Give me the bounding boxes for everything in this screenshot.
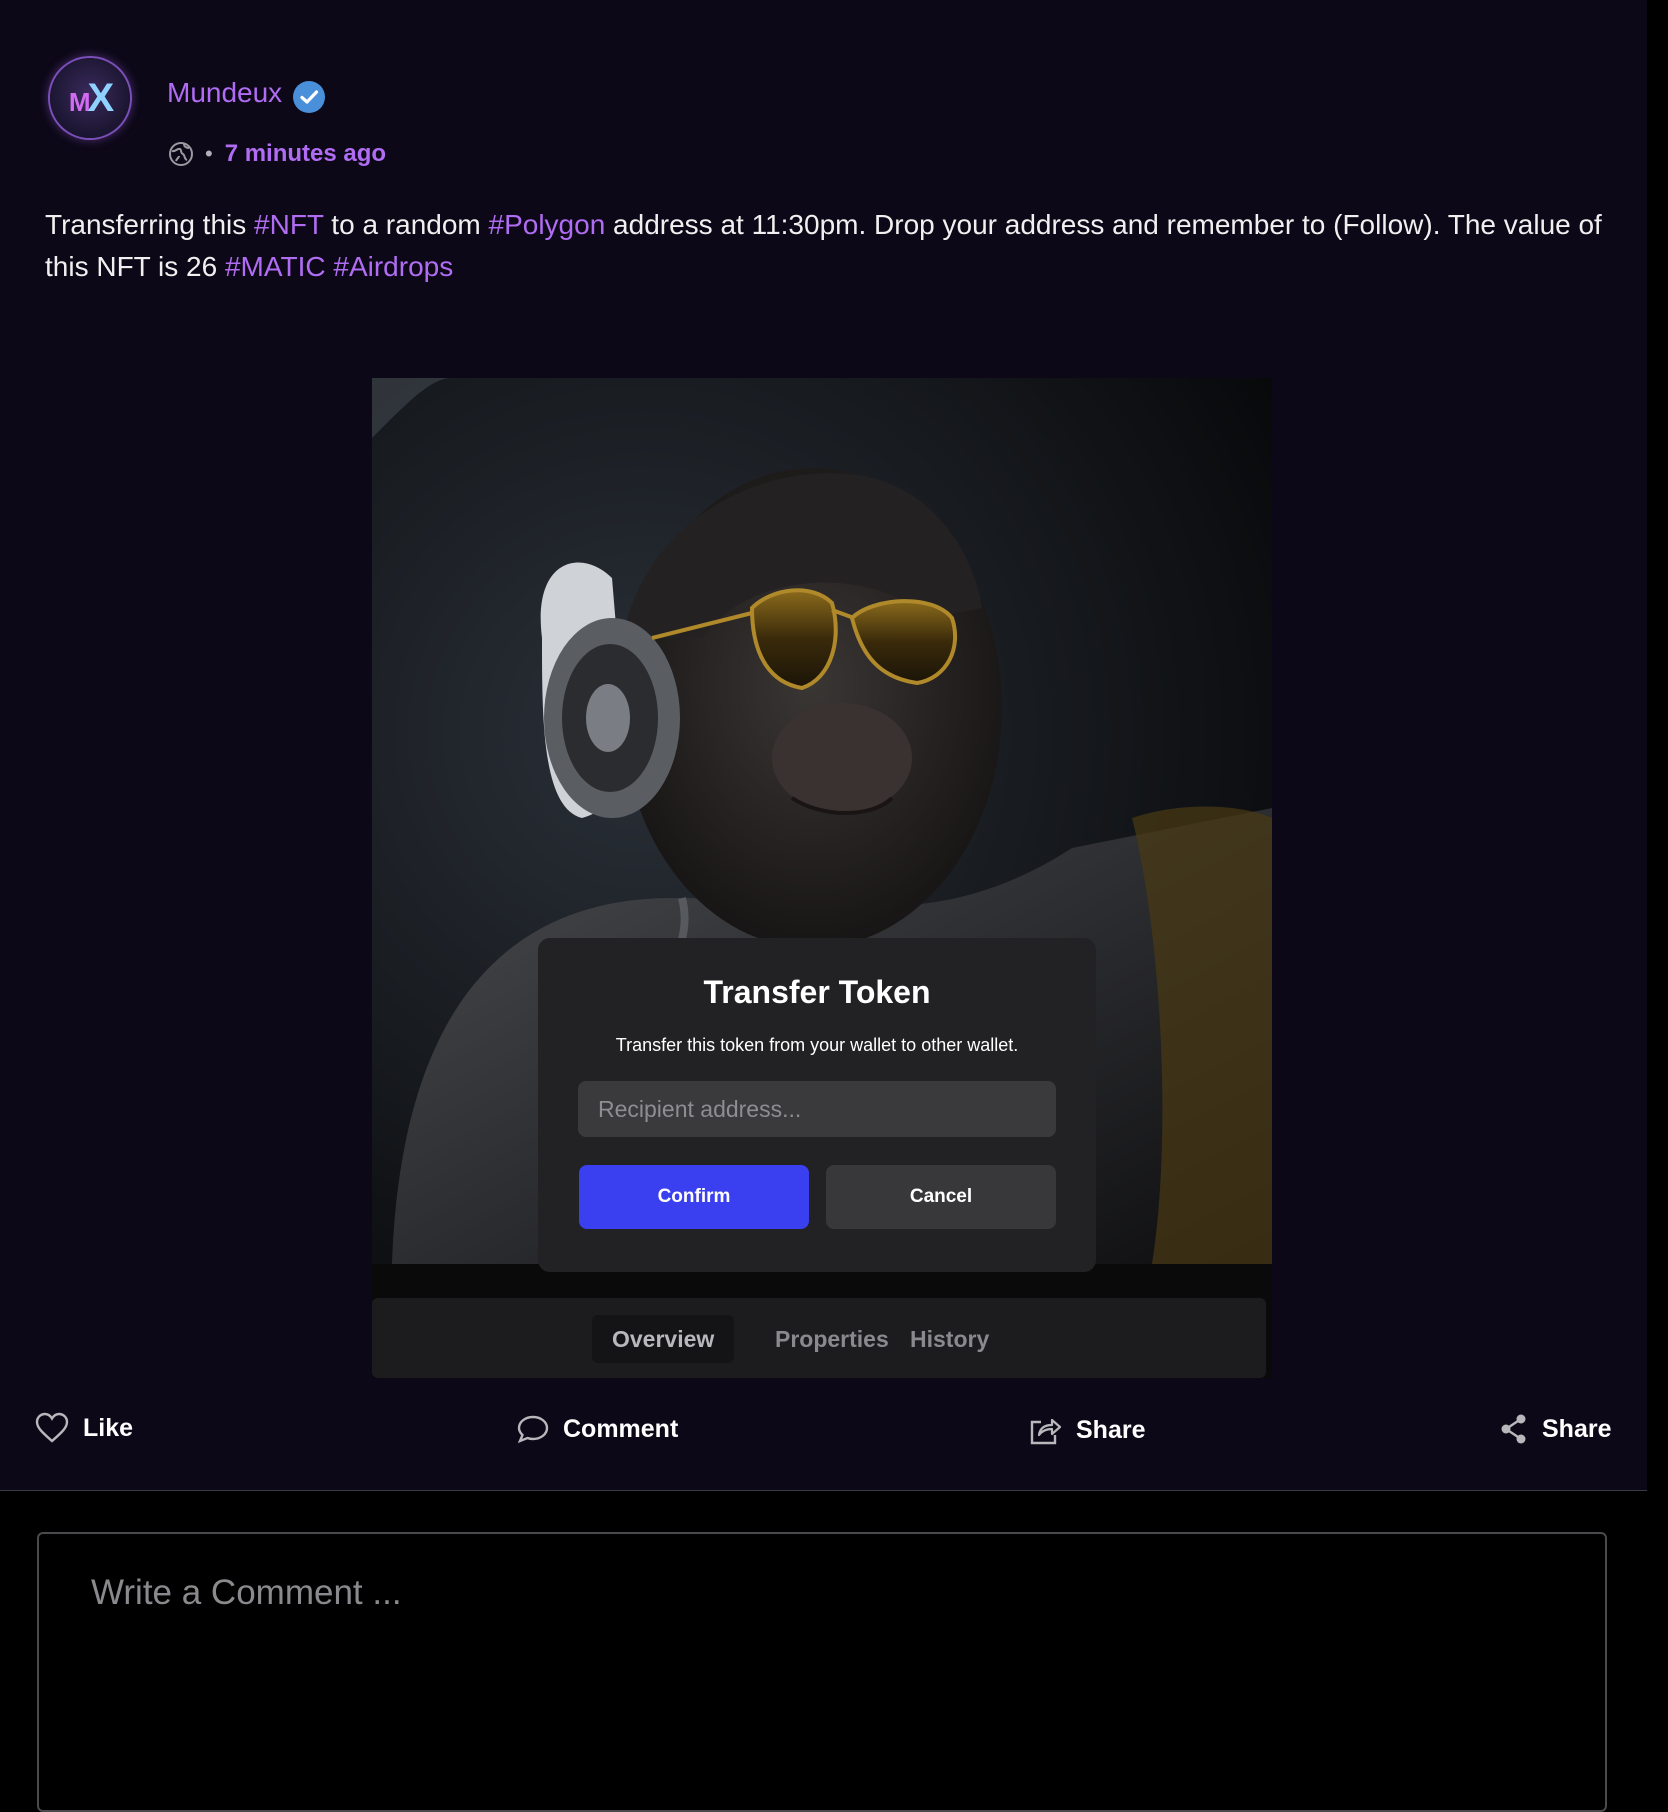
avatar[interactable]: MX [50, 58, 130, 138]
post-text-segment: Transferring this [45, 209, 255, 240]
hashtag-link[interactable]: #Airdrops [333, 251, 453, 282]
like-label: Like [83, 1413, 134, 1442]
heart-icon [35, 1412, 69, 1443]
comment-input[interactable] [89, 1562, 1563, 1624]
avatar-letter-x: X [87, 75, 114, 120]
globe-icon [169, 142, 193, 166]
comment-box [37, 1532, 1607, 1812]
hashtag-link[interactable]: #NFT [254, 209, 324, 240]
hashtag-link[interactable]: #Polygon [489, 209, 606, 240]
author-name[interactable]: Mundeux [167, 77, 282, 109]
post-card: MX Mundeux • 7 minutes ago Transferring … [0, 0, 1647, 1491]
share-label: Share [1076, 1415, 1146, 1444]
hashtag-link[interactable]: #MATIC [225, 251, 326, 282]
transfer-token-modal: Transfer Token Transfer this token from … [538, 938, 1096, 1272]
comment-button[interactable]: Comment [517, 1414, 678, 1444]
meta-separator: • [205, 141, 213, 166]
post-meta: • 7 minutes ago [167, 140, 386, 168]
confirm-button[interactable]: Confirm [579, 1165, 809, 1229]
like-button[interactable]: Like [35, 1412, 133, 1444]
modal-title: Transfer Token [703, 974, 931, 1010]
tab-history[interactable]: History [890, 1315, 1009, 1363]
recipient-address-input[interactable] [578, 1081, 1056, 1137]
cancel-button[interactable]: Cancel [826, 1165, 1056, 1229]
post-actions: Like Comment Share Share [0, 1412, 1647, 1464]
nft-tabs: Overview Properties History [372, 1298, 1266, 1378]
tab-overview[interactable]: Overview [592, 1315, 735, 1363]
scrollbar-track [1647, 0, 1668, 1784]
share-network-button[interactable]: Share [1500, 1414, 1611, 1444]
speech-bubble-icon [517, 1415, 549, 1444]
comment-label: Comment [563, 1414, 679, 1443]
share-network-label: Share [1542, 1414, 1612, 1443]
share-nodes-icon [1501, 1414, 1526, 1444]
share-button[interactable]: Share [1028, 1414, 1145, 1446]
tab-properties[interactable]: Properties [755, 1315, 909, 1363]
post-text: Transferring this #NFT to a random #Poly… [45, 204, 1605, 288]
avatar-letter-m: M [68, 86, 91, 117]
nft-media: Transfer Token Transfer this token from … [372, 378, 1272, 1378]
post-timestamp: 7 minutes ago [224, 140, 387, 167]
verified-badge-icon [293, 81, 325, 113]
modal-description: Transfer this token from your wallet to … [615, 1035, 1019, 1055]
post-text-segment: to a random [323, 209, 489, 240]
share-arrow-icon [1030, 1418, 1062, 1445]
